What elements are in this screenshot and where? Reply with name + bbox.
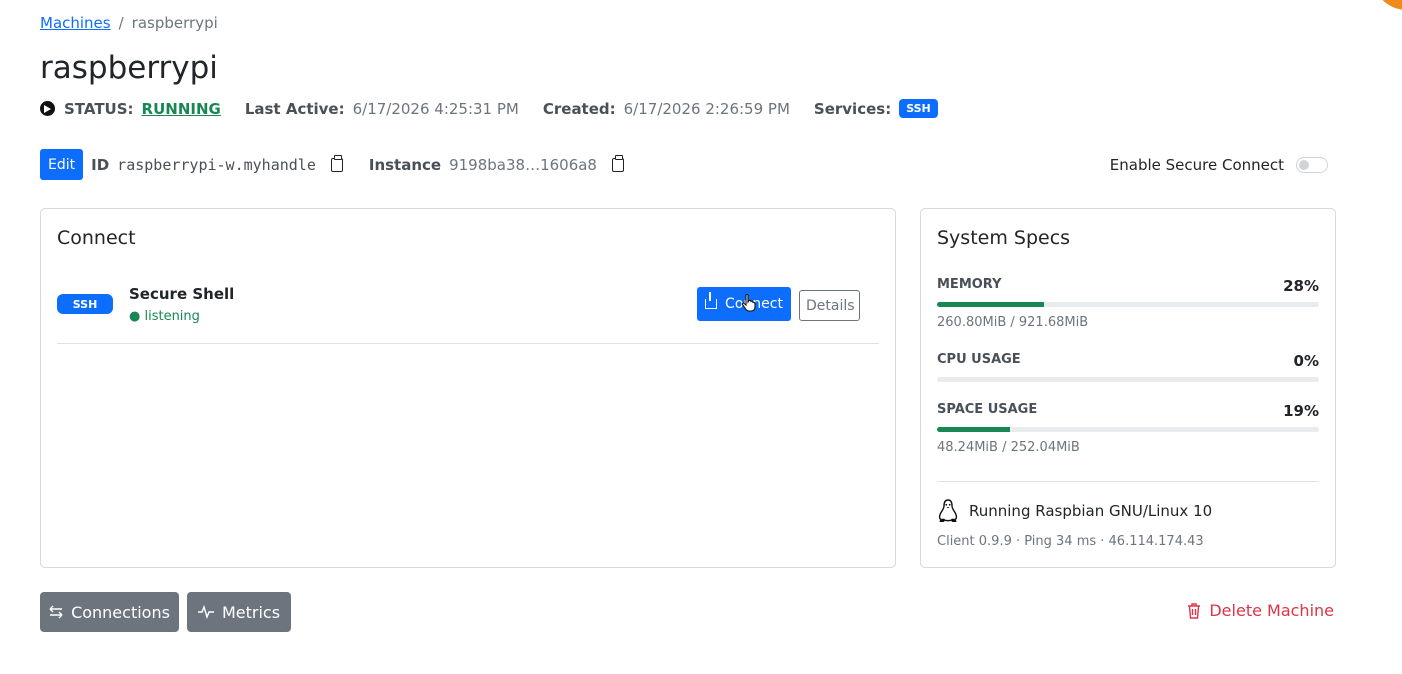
service-status: ● listening	[129, 309, 200, 324]
space-progress-bar	[937, 427, 1319, 432]
memory-percent: 28%	[1283, 277, 1319, 295]
edit-button[interactable]: Edit	[40, 149, 84, 180]
system-specs-card: System Specs MEMORY 28% 260.80MiB / 921.…	[920, 208, 1336, 568]
created-value: 6/17/2026 2:26:59 PM	[623, 99, 790, 118]
connect-card: Connect SSH Secure Shell ● listening Con…	[40, 208, 896, 568]
breadcrumb: Machines / raspberrypi	[40, 14, 218, 32]
page-title: raspberrypi	[40, 50, 218, 86]
service-type-badge: SSH	[57, 294, 113, 314]
secure-connect-toggle[interactable]	[1296, 157, 1328, 173]
memory-progress-fill	[937, 302, 1044, 307]
metrics-label: Metrics	[221, 602, 281, 622]
status-row: STATUS: RUNNING Last Active: 6/17/2026 4…	[40, 99, 938, 118]
last-active-value: 6/17/2026 4:25:31 PM	[352, 99, 519, 118]
hand-cursor-icon	[741, 294, 756, 312]
specs-divider	[937, 481, 1319, 482]
copy-instance-clipboard-icon[interactable]	[611, 154, 624, 172]
created-label: Created:	[542, 99, 616, 118]
id-label: ID	[91, 155, 110, 174]
service-row: SSH Secure Shell ● listening Connect Det…	[57, 283, 879, 344]
memory-spec: MEMORY 28% 260.80MiB / 921.68MiB	[937, 277, 1319, 330]
space-percent: 19%	[1283, 402, 1319, 420]
space-label: SPACE USAGE	[937, 402, 1038, 417]
os-name: Running Raspbian GNU/Linux 10	[969, 502, 1213, 520]
status-value-link[interactable]: RUNNING	[142, 100, 221, 118]
instance-label: Instance	[368, 155, 442, 174]
cpu-progress-bar	[937, 377, 1319, 382]
last-active-label: Last Active:	[244, 99, 345, 118]
service-badge-ssh: SSH	[899, 99, 938, 118]
cpu-percent: 0%	[1293, 352, 1319, 370]
breadcrumb-separator: /	[118, 14, 124, 32]
play-circle-icon	[40, 101, 55, 116]
share-icon	[705, 292, 718, 309]
secure-connect-label: Enable Secure Connect	[1109, 156, 1284, 174]
trash-icon	[1188, 602, 1201, 619]
identity-row: Edit ID raspberrypi-w.myhandle Instance …	[40, 149, 650, 180]
service-name: Secure Shell	[129, 285, 235, 303]
breadcrumb-current: raspberrypi	[131, 14, 218, 32]
memory-progress-bar	[937, 302, 1319, 307]
activity-icon	[197, 605, 214, 619]
memory-detail: 260.80MiB / 921.68MiB	[937, 315, 1089, 330]
connect-card-title: Connect	[57, 227, 136, 249]
space-detail: 48.24MiB / 252.04MiB	[937, 440, 1080, 455]
cpu-spec: CPU USAGE 0%	[937, 352, 1319, 382]
memory-label: MEMORY	[937, 277, 1002, 292]
delete-machine-link[interactable]: Delete Machine	[1187, 601, 1334, 620]
id-value: raspberrypi-w.myhandle	[117, 155, 316, 174]
specs-card-title: System Specs	[937, 227, 1071, 249]
copy-id-clipboard-icon[interactable]	[330, 154, 343, 172]
os-row: Running Raspbian GNU/Linux 10	[937, 499, 1212, 523]
client-info: Client 0.9.9 · Ping 34 ms · 46.114.174.4…	[937, 534, 1204, 549]
metrics-button[interactable]: Metrics	[187, 592, 291, 632]
status-label: STATUS:	[64, 99, 134, 118]
services-label: Services:	[813, 99, 892, 118]
details-button[interactable]: Details	[799, 290, 860, 321]
cpu-label: CPU USAGE	[937, 352, 1021, 367]
space-progress-fill	[937, 427, 1010, 432]
connections-button[interactable]: Connections	[40, 592, 179, 632]
secure-connect-setting: Enable Secure Connect	[1110, 156, 1328, 174]
corner-decoration	[1372, 0, 1402, 10]
linux-penguin-icon	[938, 499, 958, 522]
connections-label: Connections	[71, 602, 170, 622]
instance-value: 9198ba38…1606a8	[449, 155, 597, 174]
breadcrumb-machines-link[interactable]: Machines	[40, 14, 111, 32]
swap-arrows-icon	[49, 605, 63, 619]
space-spec: SPACE USAGE 19% 48.24MiB / 252.04MiB	[937, 402, 1319, 455]
delete-machine-label: Delete Machine	[1209, 601, 1334, 620]
